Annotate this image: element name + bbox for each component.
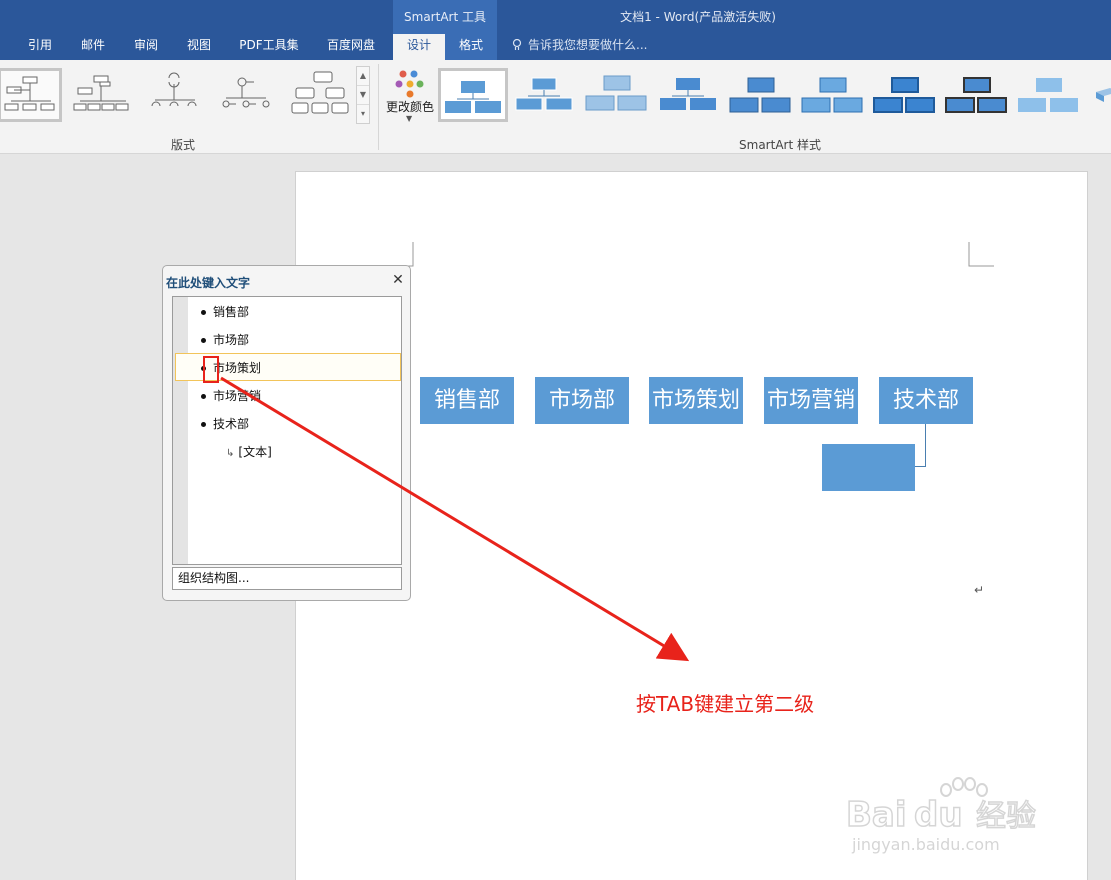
smartart-style-8[interactable] [944, 68, 1014, 122]
style-3d-icon [1096, 88, 1111, 102]
tab-view[interactable]: 视图 [172, 34, 226, 60]
smartart-style-2[interactable] [512, 68, 582, 122]
smartart-style-10[interactable] [1088, 68, 1111, 122]
org-chart-layout-icon [4, 76, 55, 111]
sub-item-text: [文本] [238, 445, 272, 459]
cursor-highlight-box [203, 356, 219, 383]
smartart-style-9[interactable] [1016, 68, 1086, 122]
tab-format[interactable]: 格式 [445, 34, 497, 60]
annotation-text: 按TAB键建立第二级 [636, 692, 815, 716]
list-item[interactable]: 技术部 [201, 414, 249, 434]
org-chart-box[interactable]: 技术部 [879, 377, 973, 424]
layout-half-circle-org-chart[interactable] [145, 68, 209, 122]
svg-text:Bai: Bai [846, 795, 907, 835]
smartart-style-4[interactable] [656, 68, 726, 122]
tab-references[interactable]: 引用 [14, 34, 66, 60]
layout-labeled-hierarchy[interactable] [290, 68, 354, 122]
tab-mailings[interactable]: 邮件 [66, 34, 120, 60]
smartart-styles-group-label: SmartArt 样式 [739, 138, 821, 152]
org-connector-line [914, 466, 926, 467]
layout-org-chart[interactable] [0, 68, 62, 122]
scroll-up-icon[interactable]: ▲ [357, 67, 369, 86]
style-flat-icon [445, 81, 501, 113]
org-chart-box[interactable]: 市场策划 [649, 377, 743, 424]
list-item-text: 市场部 [213, 333, 250, 347]
text-pane-list[interactable]: 销售部 市场部 市场策划 市场营销 技术部 ↳ [文本] [172, 296, 402, 565]
lightbulb-icon [512, 39, 522, 50]
org-connector-line [925, 424, 926, 467]
ribbon: ▲ ▼ ▾ 版式 更改颜色 ▼ SmartArt 样式 [0, 60, 1111, 154]
labeled-hierarchy-layout-icon [291, 71, 349, 114]
org-chart-sub-box[interactable] [822, 444, 915, 491]
ribbon-group-separator [378, 64, 379, 150]
change-colors-button[interactable]: 更改颜色 ▼ [384, 64, 436, 130]
layout-gallery-scroll[interactable]: ▲ ▼ ▾ [356, 66, 370, 124]
indent-arrow-icon: ↳ [226, 448, 235, 459]
svg-text:du: du [914, 795, 963, 835]
scroll-down-icon[interactable]: ▼ [357, 86, 369, 105]
smartart-style-1[interactable] [438, 68, 508, 122]
color-palette-icon [395, 70, 424, 98]
org-chart-box[interactable]: 市场部 [535, 377, 629, 424]
list-item[interactable]: 销售部 [201, 302, 249, 322]
text-pane-title: 在此处键入文字 [166, 276, 251, 290]
list-item[interactable]: 市场部 [201, 330, 249, 350]
smartart-style-3[interactable] [584, 68, 654, 122]
list-sub-item[interactable]: ↳ [文本] [226, 443, 272, 460]
style-medium-icon [660, 78, 716, 110]
tab-design[interactable]: 设计 [393, 34, 445, 60]
tell-me-search[interactable]: 告诉我您想要做什么... [512, 34, 647, 58]
margin-corner-marker [968, 242, 994, 267]
circle-org-layout-icon [222, 77, 270, 108]
org-chart-box[interactable]: 市场营销 [764, 377, 858, 424]
svg-text:经验: 经验 [976, 799, 1036, 834]
text-pane-gutter [173, 297, 188, 564]
tell-me-text: 告诉我您想要做什么... [528, 38, 648, 52]
document-title: 文档1 - Word(产品激活失败) [620, 10, 776, 24]
style-gradient-icon [801, 77, 863, 113]
list-item[interactable]: 市场营销 [201, 386, 261, 406]
close-icon[interactable]: ✕ [390, 272, 406, 288]
style-shadow-icon [729, 77, 791, 113]
smartart-style-6[interactable] [800, 68, 870, 122]
smartart-style-7[interactable] [872, 68, 942, 122]
tab-review[interactable]: 审阅 [120, 34, 172, 60]
smartart-text-pane: 在此处键入文字 ✕ 销售部 市场部 市场策划 市场营销 技术部 ↳ [文本] 组织… [162, 265, 411, 601]
layout-circle-picture-hierarchy[interactable] [218, 68, 282, 122]
tab-pdf-tools[interactable]: PDF工具集 [226, 34, 312, 60]
style-light-icon [585, 75, 647, 111]
paragraph-mark-icon: ↵ [974, 583, 985, 597]
layout-group-label: 版式 [170, 138, 195, 152]
smartart-tools-label: SmartArt 工具 [404, 10, 486, 24]
list-item-text: 市场策划 [213, 361, 262, 375]
org-chart-box[interactable]: 销售部 [420, 377, 514, 424]
style-bevel-icon [873, 77, 935, 113]
text-pane-footer-link[interactable]: 组织结构图... [172, 567, 402, 590]
gallery-more-icon[interactable]: ▾ [357, 105, 369, 124]
layout-name-title-org-chart[interactable] [72, 68, 136, 122]
svg-text:jingyan.baidu.com: jingyan.baidu.com [851, 835, 1000, 854]
change-colors-label: 更改颜色 [385, 100, 434, 114]
style-frame-icon [945, 77, 1007, 113]
baidu-jingyan-watermark-logo: Bai du 经验 jingyan.baidu.com [846, 777, 1037, 854]
list-item-text: 销售部 [213, 305, 250, 319]
hierarchy-layout-icon [73, 75, 129, 111]
tab-baidu-netdisk[interactable]: 百度网盘 [312, 34, 390, 60]
dropdown-arrow-icon: ▼ [406, 114, 413, 123]
style-outline-icon [515, 77, 573, 111]
style-soft-icon [1018, 78, 1078, 112]
list-item-text: 市场营销 [213, 389, 262, 403]
list-item-text: 技术部 [213, 417, 250, 431]
circle-hierarchy-layout-icon [151, 72, 197, 107]
smartart-style-5[interactable] [728, 68, 798, 122]
